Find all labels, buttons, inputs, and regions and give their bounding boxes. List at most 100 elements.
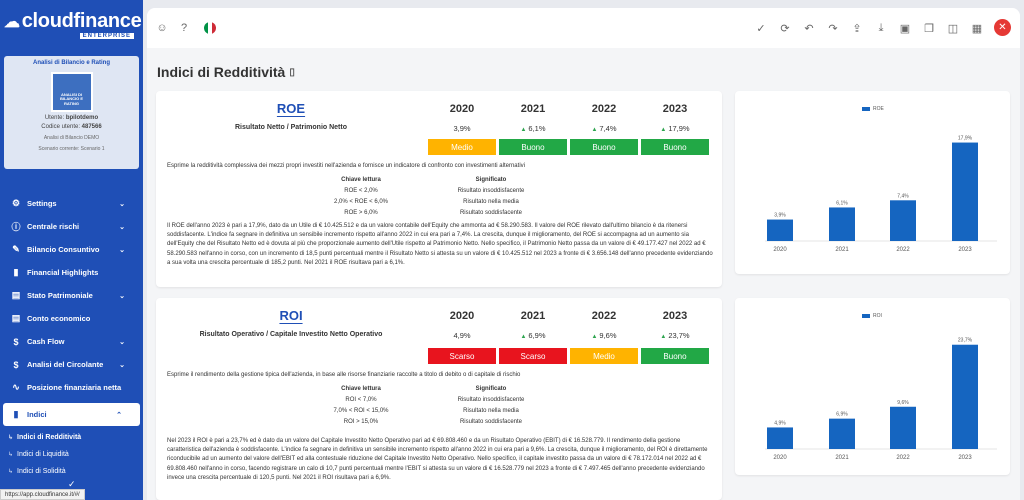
chart-bar	[767, 427, 793, 449]
bar-chart-icon: ▮	[13, 409, 19, 419]
logo-text: cloudfinance	[21, 10, 142, 32]
year-header: 2022	[591, 310, 617, 322]
key-table-header: Chiave lettura Significato	[341, 385, 507, 392]
judgement-badge: Scarso	[428, 348, 496, 364]
check-icon[interactable]: ✓	[754, 21, 768, 35]
sidebar-item-cash-flow[interactable]: $ Cash Flow ⌄	[0, 330, 143, 353]
subnav: ↳ Indici di Redditività ↳ Indici di Liquidi…	[0, 426, 143, 480]
help-icon[interactable]: ?	[177, 21, 191, 35]
trend-icon: ∿	[12, 382, 20, 392]
roi-formula: Risultato Operativo / Capitale Investito…	[199, 331, 383, 338]
user-code-line: Codice utente: 487566	[41, 124, 102, 130]
data-label: 9,6%	[897, 400, 909, 406]
book-icon[interactable]: ▯	[289, 67, 295, 78]
subnav-item[interactable]: ↳ Indici di Solidità	[0, 463, 143, 480]
value-text: 23,7%	[668, 331, 690, 340]
scenario-label: Scenario corrente: Scenario 1	[38, 146, 105, 152]
chart-legend: ROI	[862, 313, 882, 319]
key-table-row: ROE > 6,0% Risultato soddisfacente	[344, 209, 523, 216]
undo-icon[interactable]: ↶	[802, 21, 816, 35]
refresh-icon[interactable]: ⟳	[778, 21, 792, 35]
toolbar: ☺ ? ✕ ✓ ⟳ ↶ ↷ ⇪ ⤓ ▣ ❐ ◫ ▦	[147, 8, 1020, 48]
x-tick-label: 2021	[835, 455, 849, 461]
sub-arrow-icon: ↳	[8, 452, 14, 458]
sidebar-item-label: Analisi del Circolante	[27, 360, 104, 369]
roe-panel: ROE Risultato Netto / Patrimonio Netto 202…	[156, 91, 722, 287]
data-label: 6,1%	[836, 200, 848, 206]
upload-icon[interactable]: ⇪	[850, 21, 864, 35]
document-icon: ▤	[11, 290, 21, 300]
info-icon: ⓘ	[11, 222, 21, 232]
roi-bar-chart: 4,9% 2020 6,9% 2021 9,6% 2022 23,7% 2023	[765, 338, 997, 461]
sidebar-item-analisi-del-circolante[interactable]: $ Analisi del Circolante ⌄	[0, 353, 143, 376]
roe-analysis-text: Il ROE dell'anno 2023 è pari a 17,9%, da…	[167, 223, 713, 266]
x-tick-label: 2022	[896, 455, 910, 461]
chevron-down-icon: ⌄	[119, 246, 125, 254]
roe-value: 3,9%	[428, 124, 496, 133]
chevron-down-icon: ⌄	[119, 292, 125, 300]
sidebar-item-posizione-finanziaria-netta[interactable]: ∿ Posizione finanziaria netta	[0, 376, 143, 399]
roe-formula: Risultato Netto / Patrimonio Netto	[235, 124, 347, 131]
chart-bar	[829, 207, 855, 241]
sub-arrow-icon: ↳	[8, 435, 14, 441]
legend-label: ROI	[873, 313, 882, 319]
data-label: 7,4%	[897, 193, 909, 199]
sidebar-item-indici[interactable]: ▮ Indici ⌃	[3, 403, 140, 426]
sidebar-item-settings[interactable]: ⚙ Settings ⌄	[0, 192, 143, 215]
judgement-badge: Scarso	[499, 348, 567, 364]
judgement-badge: Buono	[641, 348, 709, 364]
sidebar-item-stato-patrimoniale[interactable]: ▤ Stato Patrimoniale ⌄	[0, 284, 143, 307]
logo[interactable]: ☁ cloudfinance ENTERPRISE	[4, 10, 142, 42]
bar-chart-icon: ▮	[13, 267, 19, 277]
data-label: 4,9%	[774, 420, 786, 426]
key-table-row: 7,0% < ROI < 15,0% Risultato nella media	[333, 407, 519, 414]
main-panel: ☺ ? ✕ ✓ ⟳ ↶ ↷ ⇪ ⤓ ▣ ❐ ◫ ▦ Indici di Redditività ▯…	[147, 8, 1020, 500]
subnav-item[interactable]: ↳ Indici di Liquidità	[0, 446, 143, 463]
trend-up-icon: ▲	[520, 334, 527, 340]
value-text: 9,6%	[599, 331, 617, 340]
judgement-badge: Medio	[570, 348, 638, 364]
sidebar-item-centrale-rischi[interactable]: ⓘ Centrale rischi ⌄	[0, 215, 143, 238]
sidebar-item-label: Indici	[27, 410, 47, 419]
roi-value: ▲ 9,6%	[570, 331, 638, 340]
sidebar-nav: ⚙ Settings ⌄ ⓘ Centrale rischi ⌄ ✎ Bilancio Con…	[0, 192, 143, 480]
sidebar-item-conto-economico[interactable]: ▤ Conto economico	[0, 307, 143, 330]
roe-value: ▲ 7,4%	[570, 124, 638, 133]
redo-icon[interactable]: ↷	[826, 21, 840, 35]
key-table-row: ROI > 15,0% Risultato soddisfacente	[343, 418, 523, 425]
year-header: 2023	[662, 103, 688, 115]
trend-up-icon: ▲	[591, 334, 598, 340]
sidebar-item-label: Centrale rischi	[27, 222, 80, 231]
company-name: Analisi di Bilancio DEMO	[43, 135, 100, 141]
subnav-item-label: Indici di Liquidità	[17, 451, 69, 458]
roe-description: Esprime la redditività complessiva dei m…	[167, 163, 525, 169]
close-button[interactable]: ✕	[994, 19, 1011, 36]
trend-up-icon: ▲	[660, 127, 667, 133]
x-tick-label: 2023	[958, 247, 972, 253]
sidebar-item-bilancio-consuntivo[interactable]: ✎ Bilancio Consuntivo ⌄	[0, 238, 143, 261]
year-header: 2022	[591, 103, 617, 115]
download-icon[interactable]: ⤓	[874, 21, 888, 35]
status-url: https://app.cloudfinance.it/#/	[0, 489, 85, 500]
roe-bar-chart: 3,9% 2020 6,1% 2021 7,4% 2022 17,9% 2023	[765, 136, 997, 253]
chevron-down-icon: ⌄	[119, 223, 125, 231]
judgement-badge: Buono	[641, 139, 709, 155]
sidebar-item-label: Cash Flow	[27, 337, 65, 346]
layout-icon[interactable]: ▦	[970, 21, 984, 35]
year-header: 2021	[520, 103, 546, 115]
legend-label: ROE	[873, 106, 884, 112]
italian-flag-icon[interactable]	[204, 22, 216, 34]
subnav-item[interactable]: ↳ Indici di Redditività	[0, 429, 143, 446]
support-icon[interactable]: ☺	[155, 21, 169, 35]
judgement-badge: Buono	[499, 139, 567, 155]
roe-title: ROE	[276, 101, 306, 116]
username: bpilotdemo	[65, 115, 99, 121]
columns-icon[interactable]: ◫	[946, 21, 960, 35]
legend-swatch	[862, 107, 870, 111]
roe-chart-panel: ROE 3,9% 2020 6,1% 2021 7,4% 2022 17,9% 2023	[735, 91, 1010, 274]
subnav-item-label: Indici di Redditività	[17, 434, 82, 441]
sidebar-item-financial-highlights[interactable]: ▮ Financial Highlights	[0, 261, 143, 284]
trend-up-icon: ▲	[660, 334, 667, 340]
save-icon[interactable]: ▣	[898, 21, 912, 35]
copy-icon[interactable]: ❐	[922, 21, 936, 35]
